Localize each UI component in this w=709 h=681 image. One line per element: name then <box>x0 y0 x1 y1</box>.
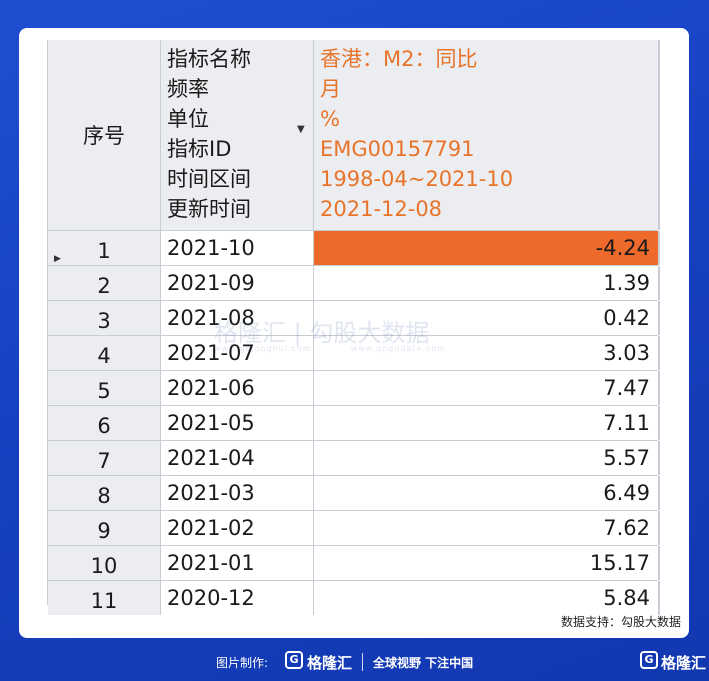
meta-label-frequency: 频率 <box>167 77 209 101</box>
row-value-cell[interactable]: -4.24 <box>314 231 660 265</box>
meta-value-range: 1998-04~2021-10 <box>320 167 514 191</box>
data-grid: 序号 指标名称 频率 单位 指标ID 时间区间 更新时间 ▼ 香港：M2：同比 … <box>47 40 660 615</box>
sort-dropdown-icon[interactable]: ▼ <box>297 124 305 135</box>
row-value-cell[interactable]: 7.11 <box>314 406 660 440</box>
row-index-cell[interactable]: 6 <box>48 406 161 440</box>
corner-logo-icon: G <box>640 651 658 669</box>
row-date-cell[interactable]: 2021-03 <box>161 476 314 510</box>
row-date-cell[interactable]: 2021-09 <box>161 266 314 300</box>
data-support-caption: 数据支持：勾股大数据 <box>560 615 681 629</box>
meta-values: 香港：M2：同比 月 % EMG00157791 1998-04~2021-10… <box>320 44 513 224</box>
row-date-cell[interactable]: 2021-06 <box>161 371 314 405</box>
data-panel: 序号 指标名称 频率 单位 指标ID 时间区间 更新时间 ▼ 香港：M2：同比 … <box>19 28 689 638</box>
meta-label-range: 时间区间 <box>167 167 251 191</box>
row-index-cell[interactable]: ▶ 1 <box>48 231 161 265</box>
row-index-cell[interactable]: 9 <box>48 511 161 545</box>
row-date-cell[interactable]: 2021-10 <box>161 231 314 265</box>
table-row[interactable]: 3 2021-08 0.42 <box>48 300 660 335</box>
row-index-cell[interactable]: 4 <box>48 336 161 370</box>
grid-header: 序号 指标名称 频率 单位 指标ID 时间区间 更新时间 ▼ 香港：M2：同比 … <box>48 40 660 230</box>
row-date-cell[interactable]: 2021-08 <box>161 301 314 335</box>
table-row[interactable]: 5 2021-06 7.47 <box>48 370 660 405</box>
grid-body: ▶ 1 2021-10 -4.24 2 2021-09 1.39 3 2021-0… <box>48 230 660 615</box>
meta-value-id: EMG00157791 <box>320 137 475 161</box>
row-value-cell[interactable]: 7.62 <box>314 511 660 545</box>
table-row[interactable]: 7 2021-04 5.57 <box>48 440 660 475</box>
footer-bar: 图片制作: G 格隆汇 全球视野 下注中国 G 格隆汇 <box>0 648 709 678</box>
footer-divider <box>362 653 363 671</box>
table-row[interactable]: ▶ 1 2021-10 -4.24 <box>48 230 660 265</box>
table-row[interactable]: 4 2021-07 3.03 <box>48 335 660 370</box>
table-row[interactable]: 8 2021-03 6.49 <box>48 475 660 510</box>
table-row[interactable]: 2 2021-09 1.39 <box>48 265 660 300</box>
meta-value-unit: % <box>320 107 340 131</box>
row-index-cell[interactable]: 11 <box>48 581 161 615</box>
row-index-cell[interactable]: 7 <box>48 441 161 475</box>
row-value-cell[interactable]: 6.49 <box>314 476 660 510</box>
meta-value-frequency: 月 <box>320 77 341 101</box>
made-by-label: 图片制作: <box>216 656 269 670</box>
row-date-cell[interactable]: 2021-02 <box>161 511 314 545</box>
meta-value-updated: 2021-12-08 <box>320 197 443 221</box>
table-row[interactable]: 9 2021-02 7.62 <box>48 510 660 545</box>
meta-label-id: 指标ID <box>167 137 232 161</box>
brand-logo-icon: G <box>285 651 303 669</box>
index-header-label: 序号 <box>83 124 125 148</box>
row-date-cell[interactable]: 2021-01 <box>161 546 314 580</box>
row-index-cell[interactable]: 3 <box>48 301 161 335</box>
brand-slogan: 全球视野 下注中国 <box>373 656 474 670</box>
meta-label-name: 指标名称 <box>167 47 251 71</box>
row-date-cell[interactable]: 2021-04 <box>161 441 314 475</box>
brand-logo-text: 格隆汇 <box>307 654 353 672</box>
row-value-cell[interactable]: 7.47 <box>314 371 660 405</box>
row-value-cell[interactable]: 15.17 <box>314 546 660 580</box>
meta-label-header-cell[interactable]: 指标名称 频率 单位 指标ID 时间区间 更新时间 ▼ <box>161 40 314 230</box>
row-index-cell[interactable]: 8 <box>48 476 161 510</box>
meta-label-updated: 更新时间 <box>167 197 251 221</box>
row-value-cell[interactable]: 5.84 <box>314 581 660 615</box>
row-index-cell[interactable]: 5 <box>48 371 161 405</box>
row-value-cell[interactable]: 1.39 <box>314 266 660 300</box>
corner-logo-text: 格隆汇 <box>661 654 707 672</box>
table-row[interactable]: 11 2020-12 5.84 <box>48 580 660 615</box>
row-value-cell[interactable]: 3.03 <box>314 336 660 370</box>
row-date-cell[interactable]: 2021-05 <box>161 406 314 440</box>
table-row[interactable]: 10 2021-01 15.17 <box>48 545 660 580</box>
table-row[interactable]: 6 2021-05 7.11 <box>48 405 660 440</box>
meta-labels: 指标名称 频率 单位 指标ID 时间区间 更新时间 <box>167 44 251 224</box>
row-index-cell[interactable]: 10 <box>48 546 161 580</box>
meta-label-unit: 单位 <box>167 107 209 131</box>
row-date-cell[interactable]: 2021-07 <box>161 336 314 370</box>
meta-value-header-cell[interactable]: 香港：M2：同比 月 % EMG00157791 1998-04~2021-10… <box>314 40 660 230</box>
row-date-cell[interactable]: 2020-12 <box>161 581 314 615</box>
row-value-cell[interactable]: 0.42 <box>314 301 660 335</box>
index-header-cell[interactable]: 序号 <box>48 40 161 230</box>
row-value-cell[interactable]: 5.57 <box>314 441 660 475</box>
meta-value-name: 香港：M2：同比 <box>320 47 478 71</box>
row-index-cell[interactable]: 2 <box>48 266 161 300</box>
